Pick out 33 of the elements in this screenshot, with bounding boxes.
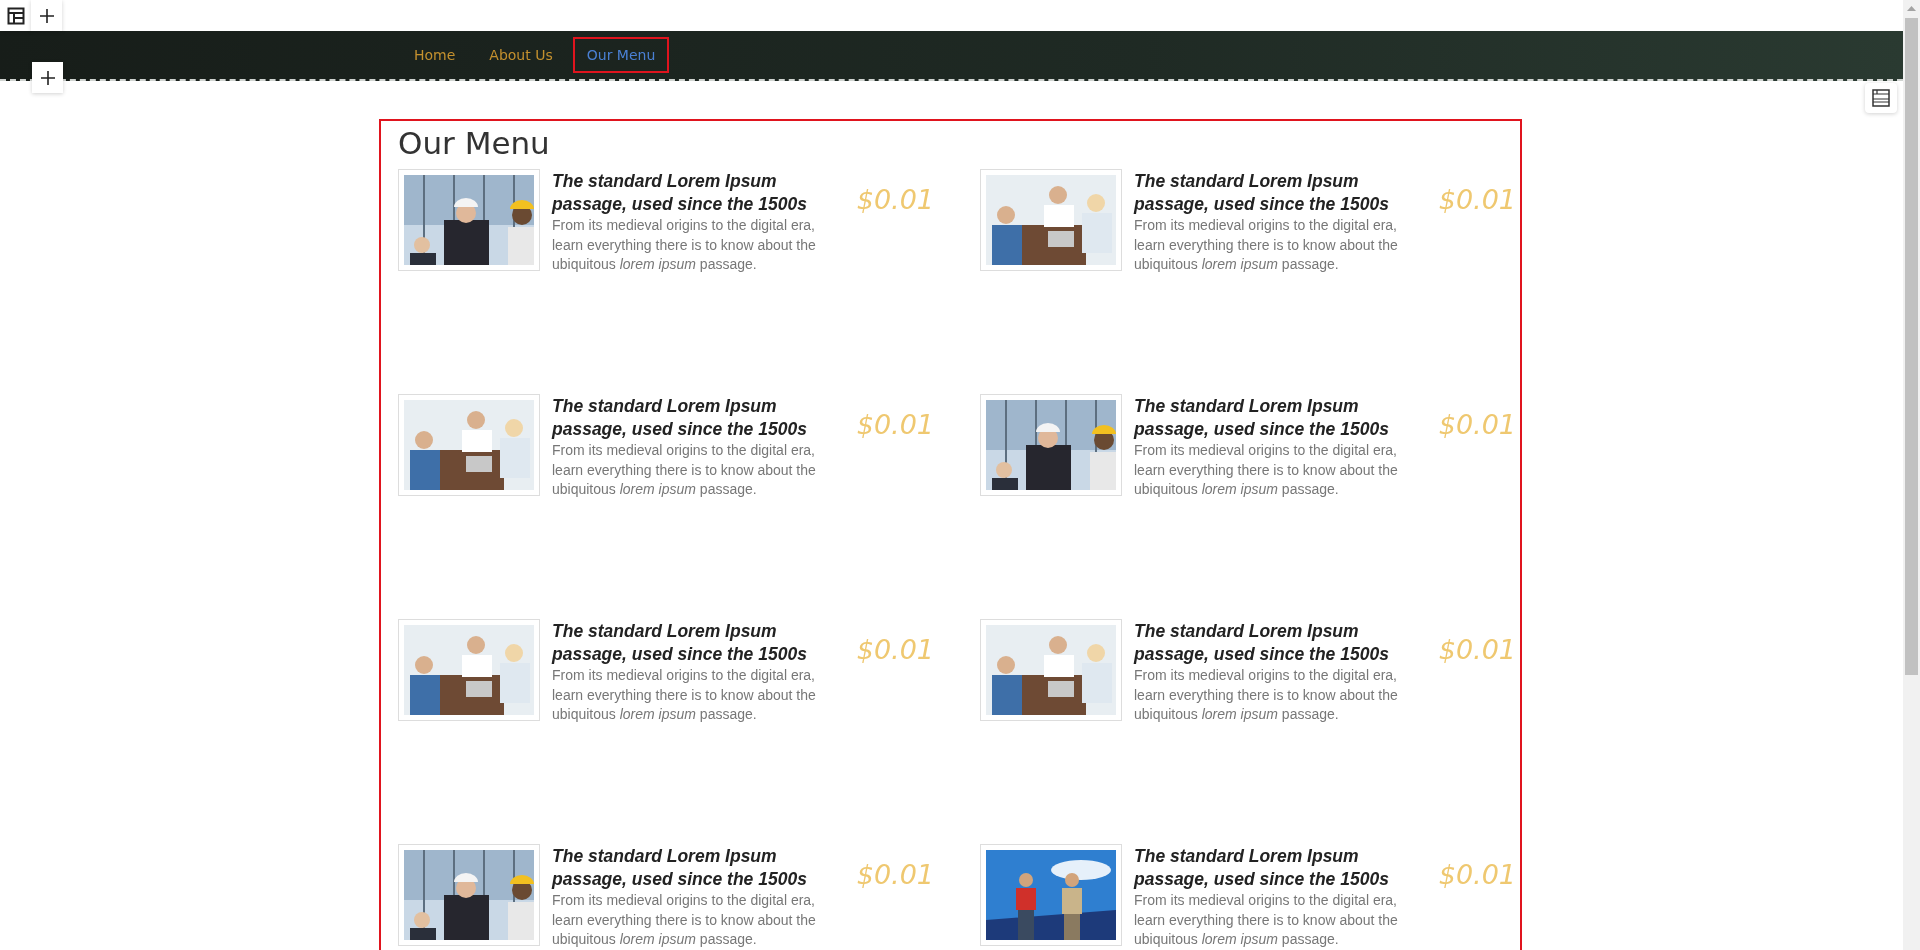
- nav-link[interactable]: Home: [400, 37, 470, 73]
- item-price: $0.01: [1438, 409, 1516, 440]
- item-title: The standard Lorem Ipsum passage, used since the 1500s: [1134, 395, 1390, 441]
- item-price: $0.01: [1438, 859, 1516, 890]
- item-description: From its medieval origins to the digital era, learn everything there is to know about the ubiquitous lorem ipsum passage.: [1134, 891, 1399, 949]
- add-icon[interactable]: [32, 62, 63, 93]
- scrollbar[interactable]: [1903, 0, 1920, 950]
- item-title: The standard Lorem Ipsum passage, used since the 1500s: [552, 620, 808, 666]
- add-icon[interactable]: [31, 0, 62, 31]
- item-title: The standard Lorem Ipsum passage, used since the 1500s: [552, 845, 808, 891]
- item-price: $0.01: [1438, 634, 1516, 665]
- item-price: $0.01: [856, 409, 934, 440]
- item-description: From its medieval origins to the digital era, learn everything there is to know about the ubiquitous lorem ipsum passage.: [1134, 666, 1399, 724]
- item-price: $0.01: [856, 184, 934, 215]
- layout-icon[interactable]: [1865, 83, 1897, 113]
- item-price: $0.01: [856, 634, 934, 665]
- nav-link[interactable]: About Us: [475, 37, 567, 73]
- item-description: From its medieval origins to the digital era, learn everything there is to know about the ubiquitous lorem ipsum passage.: [552, 891, 817, 949]
- layout-icon[interactable]: [0, 0, 31, 31]
- section-title: Our Menu: [398, 125, 550, 161]
- item-price: $0.01: [1438, 184, 1516, 215]
- item-title: The standard Lorem Ipsum passage, used since the 1500s: [552, 170, 808, 216]
- item-description: From its medieval origins to the digital era, learn everything there is to know about the ubiquitous lorem ipsum passage.: [1134, 441, 1399, 499]
- item-description: From its medieval origins to the digital era, learn everything there is to know about the ubiquitous lorem ipsum passage.: [1134, 216, 1399, 274]
- item-description: From its medieval origins to the digital era, learn everything there is to know about the ubiquitous lorem ipsum passage.: [552, 216, 817, 274]
- item-title: The standard Lorem Ipsum passage, used since the 1500s: [1134, 620, 1390, 666]
- item-description: From its medieval origins to the digital era, learn everything there is to know about the ubiquitous lorem ipsum passage.: [552, 441, 817, 499]
- nav-link[interactable]: Our Menu: [572, 37, 670, 73]
- item-description: From its medieval origins to the digital era, learn everything there is to know about the ubiquitous lorem ipsum passage.: [552, 666, 817, 724]
- item-title: The standard Lorem Ipsum passage, used since the 1500s: [1134, 170, 1390, 216]
- item-price: $0.01: [856, 859, 934, 890]
- item-title: The standard Lorem Ipsum passage, used since the 1500s: [1134, 845, 1390, 891]
- item-title: The standard Lorem Ipsum passage, used since the 1500s: [552, 395, 808, 441]
